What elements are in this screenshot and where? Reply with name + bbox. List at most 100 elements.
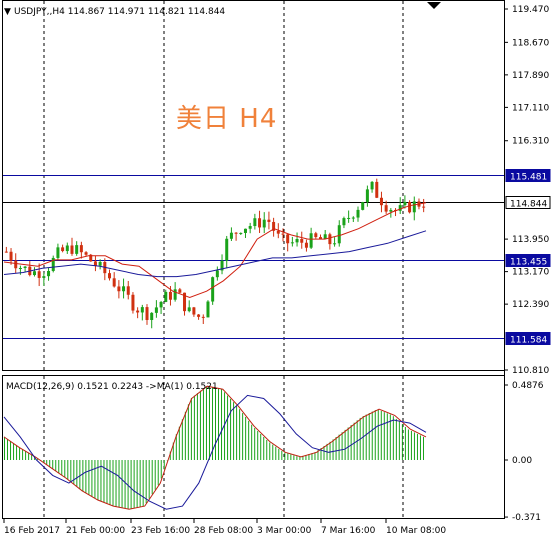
- chart-symbol-marker[interactable]: ▼: [4, 7, 11, 17]
- price-tick-label: 110.810: [512, 366, 549, 376]
- candle-body: [126, 286, 130, 295]
- candle-body: [131, 294, 135, 311]
- candle-body: [136, 310, 140, 313]
- main-panel-frame: [2, 0, 505, 371]
- macd-axis: 0.4876 0.00 -0.371: [504, 381, 544, 523]
- candle-body: [211, 277, 215, 302]
- candle-body: [276, 230, 280, 234]
- price-tick-label: 113.950: [512, 235, 549, 245]
- candle-body: [248, 226, 252, 229]
- candle-body: [98, 261, 102, 266]
- price-tick-label: 118.670: [512, 38, 549, 48]
- time-tick-label: 23 Feb 16:00: [131, 526, 190, 536]
- candle-body: [267, 219, 271, 222]
- candle-body: [32, 271, 36, 276]
- chart-canvas[interactable]: 119.470 118.670 117.890 117.110 116.310 113.9…: [0, 0, 551, 545]
- time-tick-label: 7 Mar 16:00: [321, 526, 376, 536]
- candle-body: [178, 289, 182, 293]
- candle-body: [75, 245, 79, 254]
- candle-body: [234, 232, 238, 234]
- candle-body: [9, 251, 13, 261]
- macd-tick-label: -0.371: [512, 513, 541, 523]
- time-tick-label: 21 Feb 00:00: [66, 526, 125, 536]
- price-level-tag-text: 114.844: [510, 200, 547, 210]
- price-level-tag-text: 113.455: [510, 258, 547, 268]
- candle-body: [42, 276, 46, 278]
- price-tick-label: 117.110: [512, 103, 549, 113]
- candle-body: [37, 271, 41, 278]
- time-tick-label: 28 Feb 08:00: [194, 526, 253, 536]
- price-tick-label: 119.470: [512, 5, 549, 15]
- candle-body: [93, 261, 97, 266]
- candle-body: [122, 286, 126, 292]
- macd-tick-label: 0.00: [512, 456, 532, 466]
- candle-body: [286, 234, 290, 244]
- candle-body: [403, 201, 407, 206]
- candle-body: [201, 316, 205, 318]
- time-tick-label: 16 Feb 2017: [4, 526, 60, 536]
- candle-body: [150, 312, 154, 320]
- candlesticks[interactable]: [4, 178, 426, 329]
- price-level-tag-text: 111.584: [510, 336, 547, 346]
- price-tick-label: 116.310: [512, 137, 549, 147]
- candle-body: [379, 197, 383, 206]
- candle-body: [79, 245, 83, 253]
- candle-body: [262, 219, 266, 228]
- candle-body: [145, 307, 149, 320]
- candle-body: [187, 307, 191, 312]
- candle-body: [243, 228, 247, 233]
- candle-body: [347, 217, 351, 219]
- candle-body: [140, 307, 144, 313]
- candle-body: [112, 278, 116, 287]
- candle-body: [61, 247, 65, 252]
- candle-body: [159, 301, 163, 308]
- vertical-gridlines: [43, 1, 404, 518]
- candle-body: [384, 205, 388, 212]
- candle-body: [304, 242, 308, 248]
- price-tick-label: 112.390: [512, 300, 549, 310]
- price-tick-label: 117.890: [512, 71, 549, 81]
- chart-title-overlay: 美日 H4: [176, 104, 278, 134]
- price-level-tag-text: 115.481: [510, 173, 547, 183]
- candle-body: [215, 270, 219, 278]
- candle-body: [168, 291, 172, 300]
- candle-body: [408, 201, 412, 213]
- candle-body: [14, 260, 18, 269]
- candle-body: [206, 301, 210, 318]
- candle-body: [225, 238, 229, 261]
- candle-body: [351, 217, 355, 219]
- macd-tick-label: 0.4876: [512, 381, 544, 391]
- candle-body: [117, 286, 121, 292]
- candle-body: [47, 270, 51, 277]
- candle-body: [154, 307, 158, 313]
- candle-body: [309, 233, 313, 248]
- candle-body: [281, 233, 285, 235]
- candle-body: [300, 239, 304, 243]
- candle-body: [173, 289, 177, 300]
- candle-body: [4, 251, 8, 253]
- candle-body: [108, 273, 111, 279]
- time-axis: 16 Feb 2017 21 Feb 00:00 23 Feb 16:00 28 Fe…: [3, 519, 446, 536]
- price-axis: 119.470 118.670 117.890 117.110 116.310 113.9…: [504, 5, 549, 376]
- candle-body: [253, 218, 257, 227]
- candle-body: [65, 245, 69, 252]
- price-level-lines[interactable]: [3, 175, 504, 339]
- candle-body: [337, 225, 341, 244]
- scroll-shift-marker-icon[interactable]: [427, 2, 441, 9]
- candle-body: [290, 242, 294, 244]
- candle-body: [23, 266, 27, 268]
- candle-body: [239, 232, 243, 234]
- chart-root[interactable]: 119.470 118.670 117.890 117.110 116.310 113.9…: [0, 0, 551, 545]
- candle-body: [84, 252, 88, 255]
- candle-body: [370, 181, 374, 190]
- candle-body: [192, 307, 196, 315]
- candle-body: [70, 245, 74, 254]
- time-tick-label: 10 Mar 08:00: [386, 526, 446, 536]
- candle-body: [18, 267, 22, 269]
- candle-body: [164, 291, 168, 302]
- price-level-labels: 115.481 114.844 113.455 111.584: [505, 169, 551, 346]
- candle-body: [314, 233, 318, 238]
- candle-body: [229, 232, 233, 239]
- candle-body: [422, 206, 426, 208]
- candle-body: [56, 247, 60, 258]
